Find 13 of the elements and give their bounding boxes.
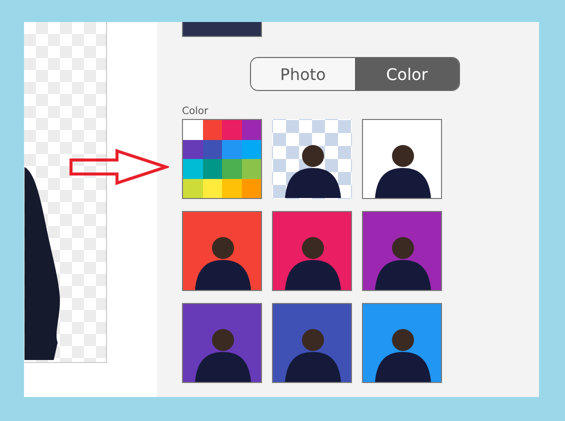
- color-background-tile[interactable]: [362, 211, 442, 291]
- color-background-tile[interactable]: [362, 119, 442, 199]
- color-palette-tile[interactable]: [182, 119, 262, 199]
- color-background-tile[interactable]: [272, 211, 352, 291]
- color-background-tile[interactable]: [182, 303, 262, 383]
- mode-tab[interactable]: Color: [355, 58, 459, 90]
- section-label: Color: [182, 106, 210, 117]
- photo-thumbnail[interactable]: [182, 22, 262, 37]
- color-background-tile[interactable]: [272, 303, 352, 383]
- color-background-tile[interactable]: [182, 211, 262, 291]
- color-background-tile[interactable]: [362, 303, 442, 383]
- mode-tab[interactable]: Photo: [251, 58, 355, 90]
- transparent-background-tile[interactable]: [272, 119, 352, 199]
